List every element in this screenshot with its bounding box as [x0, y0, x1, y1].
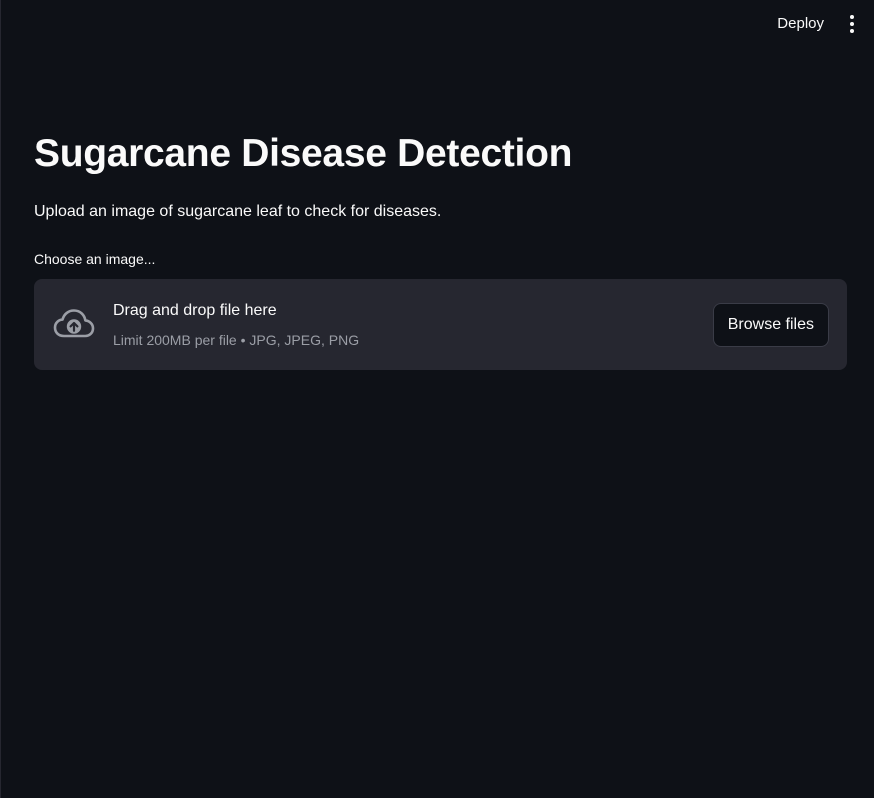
- cloud-upload-icon: [53, 309, 95, 338]
- page-subtitle: Upload an image of sugarcane leaf to che…: [34, 203, 442, 220]
- page-title: Sugarcane Disease Detection: [34, 132, 573, 175]
- main-menu-button[interactable]: [842, 12, 862, 36]
- file-dropzone[interactable]: Drag and drop file here Limit 200MB per …: [34, 279, 847, 370]
- browse-files-button[interactable]: Browse files: [712, 303, 829, 347]
- app-window: Deploy Sugarcane Disease Detection Uploa…: [0, 0, 874, 798]
- vertical-ellipsis-icon-dot: [850, 22, 854, 26]
- top-header: Deploy: [1, 0, 874, 48]
- vertical-ellipsis-icon: [850, 15, 854, 19]
- vertical-ellipsis-icon-dot: [850, 29, 854, 33]
- file-uploader-label: Choose an image...: [34, 251, 156, 267]
- dropzone-file-limit: Limit 200MB per file • JPG, JPEG, PNG: [113, 332, 360, 348]
- dropzone-instructions: Drag and drop file here: [113, 302, 277, 319]
- deploy-button[interactable]: Deploy: [769, 12, 832, 36]
